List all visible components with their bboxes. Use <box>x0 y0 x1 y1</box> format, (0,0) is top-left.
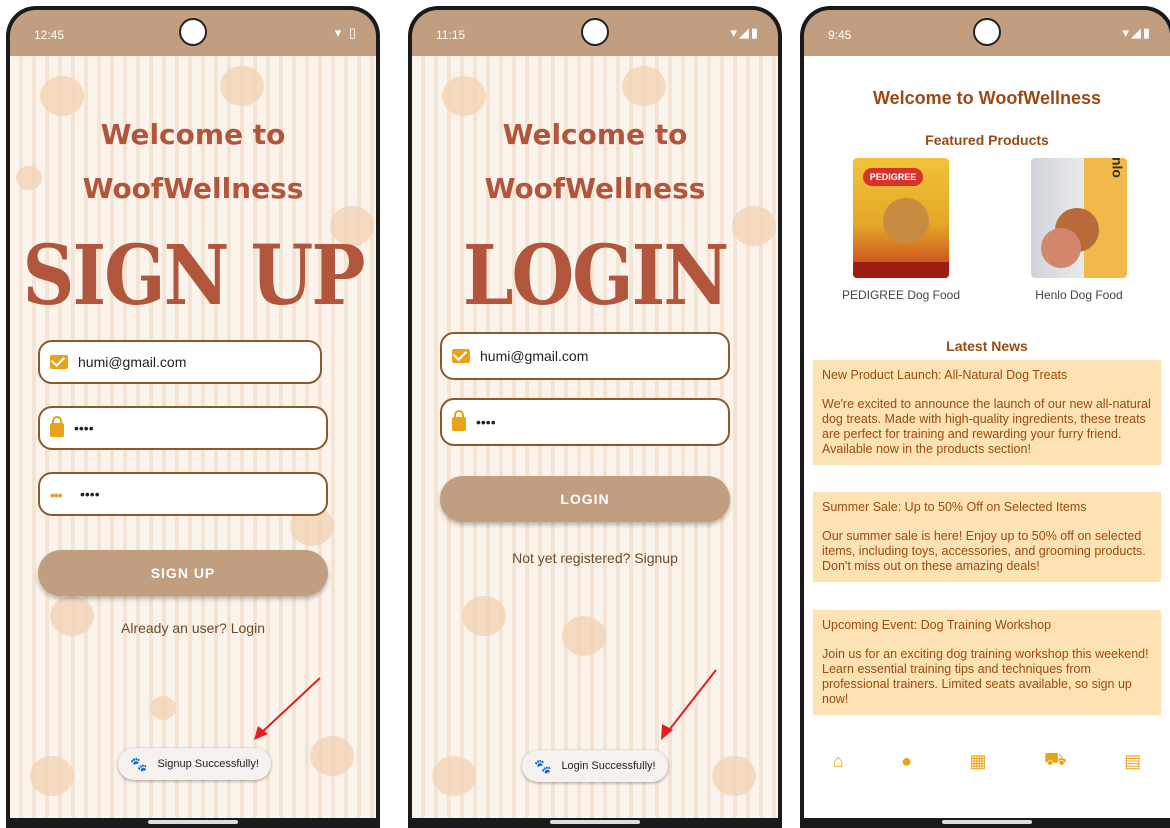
email-value: humi@gmail.com <box>480 348 589 364</box>
email-field[interactable]: humi@gmail.com <box>38 340 322 384</box>
lock-icon <box>50 416 64 437</box>
login-phone: 11:15 ▾◢▮ Welcome to WoofWellness LOGIN … <box>408 6 782 828</box>
news-title: New Product Launch: All-Natural Dog Trea… <box>822 368 1068 382</box>
toast-notification: 🐾 Login Successfully! <box>522 750 668 782</box>
store-add-icon[interactable]: ▦ <box>970 751 987 772</box>
paw-icon: 🐾 <box>534 757 552 774</box>
status-bar: 9:45 ▾◢▮ <box>804 10 1170 56</box>
product-label: Henlo Dog Food <box>1035 288 1123 302</box>
welcome-line-1: Welcome to <box>100 118 286 151</box>
email-value: humi@gmail.com <box>78 354 187 370</box>
product-brand-logo: henlo <box>1109 158 1125 178</box>
password-field[interactable]: •••• <box>38 406 328 450</box>
password-field[interactable]: •••• <box>440 398 730 446</box>
product-brand-logo: PEDIGREE <box>863 168 923 186</box>
toast-message: Signup Successfully! <box>157 758 259 770</box>
password-value: •••• <box>476 414 496 430</box>
gesture-bar <box>804 818 1170 828</box>
news-card[interactable]: Summer Sale: Up to 50% Off on Selected I… <box>813 492 1161 582</box>
product-image: henlo <box>1031 158 1127 278</box>
news-card[interactable]: New Product Launch: All-Natural Dog Trea… <box>813 360 1161 465</box>
home-icon[interactable]: ⌂ <box>833 751 844 772</box>
home-screen: 9:45 ▾◢▮ Welcome to WoofWellness Feature… <box>804 10 1170 828</box>
email-field[interactable]: humi@gmail.com <box>440 332 730 380</box>
status-icons: ▾ ▯ <box>334 25 358 40</box>
news-title: Upcoming Event: Dog Training Workshop <box>822 618 1052 632</box>
password-value: •••• <box>74 420 94 436</box>
home-content: Welcome to WoofWellness Featured Product… <box>804 56 1170 818</box>
news-body: Our summer sale is here! Enjoy up to 50%… <box>822 529 1146 573</box>
camera-cutout <box>581 18 609 46</box>
signup-link[interactable]: Not yet registered? Signup <box>412 550 778 566</box>
paw-print-icon <box>220 66 264 106</box>
login-screen: 11:15 ▾◢▮ Welcome to WoofWellness LOGIN … <box>412 10 778 828</box>
featured-heading: Featured Products <box>925 132 1049 148</box>
status-icons: ▾◢▮ <box>730 25 760 40</box>
paw-print-icon <box>432 756 476 796</box>
login-link[interactable]: Already an user? Login <box>10 620 376 636</box>
paw-print-icon <box>622 66 666 106</box>
paw-print-icon <box>712 756 756 796</box>
status-bar: 11:15 ▾◢▮ <box>412 10 778 56</box>
gesture-bar <box>10 818 376 828</box>
paw-icon: 🐾 <box>130 755 148 772</box>
signup-phone: 12:45 ▾ ▯ Welcome to WoofWellness SIGN U… <box>6 6 380 828</box>
camera-cutout <box>973 18 1001 46</box>
red-arrow-annotation <box>254 677 321 740</box>
product-image: PEDIGREE <box>853 158 949 278</box>
status-time: 12:45 <box>34 28 65 42</box>
toast-notification: 🐾 Signup Successfully! <box>118 748 271 780</box>
status-time: 9:45 <box>828 28 852 42</box>
signup-screen: 12:45 ▾ ▯ Welcome to WoofWellness SIGN U… <box>10 10 376 828</box>
page-title: Welcome to WoofWellness <box>872 88 1102 108</box>
profile-icon[interactable]: ● <box>901 751 912 772</box>
news-body: We're excited to announce the launch of … <box>822 397 1151 456</box>
news-title: Summer Sale: Up to 50% Off on Selected I… <box>822 500 1087 514</box>
toast-message: Login Successfully! <box>561 760 656 772</box>
paw-print-icon <box>462 596 506 636</box>
bottom-navigation: ⌂ ● ▦ ⛟ ▤ <box>804 746 1170 776</box>
home-phone: 9:45 ▾◢▮ Welcome to WoofWellness Feature… <box>800 6 1170 828</box>
news-body: Join us for an exciting dog training wor… <box>822 647 1149 706</box>
paw-print-icon <box>562 616 606 656</box>
product-card[interactable]: PEDIGREE PEDIGREE Dog Food <box>826 158 976 302</box>
page-title: SIGN UP <box>22 225 366 324</box>
page-title: LOGIN <box>462 225 729 324</box>
lock-icon <box>452 410 466 431</box>
confirm-password-field[interactable]: ••• •••• <box>38 472 328 516</box>
mail-icon <box>452 349 470 363</box>
paw-print-icon <box>442 76 486 116</box>
status-time: 11:15 <box>436 28 466 42</box>
paw-print-icon <box>40 76 84 116</box>
red-arrow-annotation <box>661 669 717 740</box>
password-dots-icon: ••• <box>50 487 63 503</box>
news-card[interactable]: Upcoming Event: Dog Training Workshop Jo… <box>813 610 1161 715</box>
confirm-password-value: •••• <box>80 486 100 502</box>
login-button[interactable]: LOGIN <box>440 476 730 522</box>
mail-icon <box>50 355 68 369</box>
dog-picture <box>883 198 929 244</box>
product-card[interactable]: henlo Henlo Dog Food <box>1004 158 1154 302</box>
status-bar: 12:45 ▾ ▯ <box>10 10 376 56</box>
product-label: PEDIGREE Dog Food <box>841 288 961 302</box>
status-icons: ▾◢▮ <box>1122 25 1152 40</box>
gesture-bar <box>412 818 778 828</box>
welcome-line-2: WoofWellness <box>82 172 304 205</box>
welcome-line-1: Welcome to <box>502 118 688 151</box>
signup-button[interactable]: SIGN UP <box>38 550 328 596</box>
welcome-line-2: WoofWellness <box>484 172 706 205</box>
paw-print-icon <box>30 756 74 796</box>
cart-icon[interactable]: ⛟ <box>1044 749 1067 773</box>
camera-cutout <box>179 18 207 46</box>
news-icon[interactable]: ▤ <box>1124 751 1141 772</box>
news-heading: Latest News <box>946 338 1028 354</box>
paw-print-icon <box>150 696 176 720</box>
